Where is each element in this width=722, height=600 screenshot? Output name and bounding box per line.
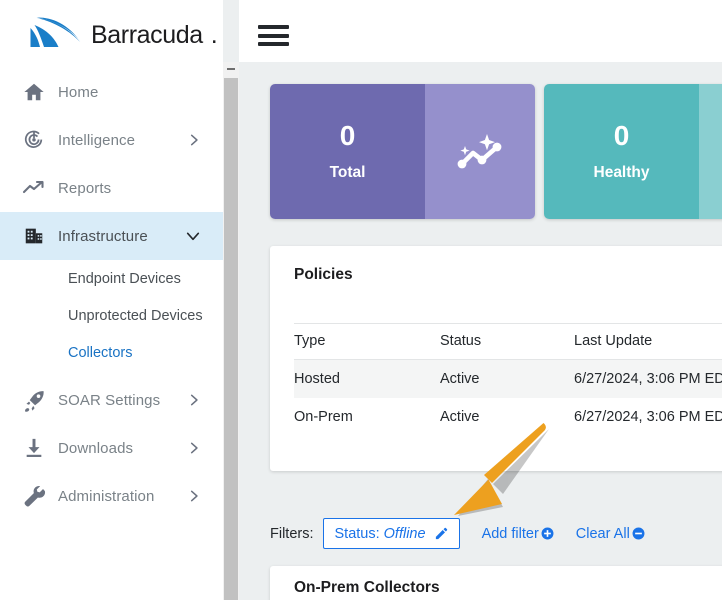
pencil-icon[interactable] xyxy=(434,526,449,541)
chevron-right-icon xyxy=(187,489,201,503)
sidebar-subitem-unprotected-devices[interactable]: Unprotected Devices xyxy=(0,297,223,334)
stat-card-value: 0 xyxy=(339,119,356,151)
sidebar: Barracuda . Home Intelligence Reports In… xyxy=(0,0,223,600)
sidebar-item-label: Administration xyxy=(58,487,155,505)
filter-chip-value: Offline xyxy=(383,525,426,542)
plus-circle-icon xyxy=(541,527,554,540)
filters-label: Filters: xyxy=(270,525,314,542)
column-header-type[interactable]: Type xyxy=(294,323,440,360)
rocket-icon xyxy=(10,389,58,412)
chevron-right-icon xyxy=(187,133,201,147)
policies-panel-title: Policies xyxy=(294,266,353,283)
stat-card-label: Total xyxy=(329,163,366,181)
sidebar-nav: Home Intelligence Reports Infrastructure… xyxy=(0,68,223,520)
trend-up-icon xyxy=(10,176,58,200)
filter-chip-status[interactable]: Status: Offline xyxy=(322,518,460,549)
stat-cards: 0 Total 0 Healthy xyxy=(270,84,722,219)
column-header-status[interactable]: Status xyxy=(440,323,574,360)
filters-bar: Filters: Status: Offline Add filter Clea… xyxy=(270,518,645,549)
sidebar-item-label: Home xyxy=(58,83,99,101)
stat-card-body: 0 Healthy xyxy=(544,84,699,219)
filter-chip-key: Status: xyxy=(334,525,380,542)
sidebar-subitem-label: Collectors xyxy=(68,344,133,361)
column-header-last-update[interactable]: Last Update xyxy=(574,323,722,360)
table-row[interactable]: Hosted Active 6/27/2024, 3:06 PM EDT xyxy=(294,359,722,398)
sidebar-item-label: SOAR Settings xyxy=(58,391,161,409)
stat-card-total[interactable]: 0 Total xyxy=(270,84,535,219)
scrollbar-thumb[interactable] xyxy=(224,78,238,600)
policies-panel: Policies Type Status Last Update Hosted … xyxy=(270,246,722,471)
stat-card-value: 0 xyxy=(613,119,630,151)
sidebar-subitem-collectors[interactable]: Collectors xyxy=(0,334,223,371)
table-header-row: Type Status Last Update xyxy=(294,323,722,360)
main-content: 0 Total 0 Healthy Policies Type Status L… xyxy=(239,0,722,600)
chevron-down-icon xyxy=(185,228,201,244)
sidebar-item-label: Infrastructure xyxy=(58,227,148,245)
sidebar-subitem-endpoint-devices[interactable]: Endpoint Devices xyxy=(0,260,223,297)
sidebar-scrollbar[interactable] xyxy=(223,62,239,600)
stat-card-healthy[interactable]: 0 Healthy xyxy=(544,84,722,219)
sidebar-subitem-label: Unprotected Devices xyxy=(68,307,203,324)
sidebar-item-infrastructure[interactable]: Infrastructure xyxy=(0,212,223,260)
brand-logo-area[interactable]: Barracuda . xyxy=(0,0,223,68)
cell-last-update: 6/27/2024, 3:06 PM EDT xyxy=(574,409,722,425)
scroll-up-arrow-icon[interactable] xyxy=(223,62,239,76)
clear-all-label: Clear All xyxy=(575,525,630,542)
radar-icon xyxy=(10,129,58,151)
sidebar-item-downloads[interactable]: Downloads xyxy=(0,424,223,472)
minus-circle-icon xyxy=(632,527,645,540)
sparkline-sparkle-icon xyxy=(699,84,722,219)
table-row[interactable]: On-Prem Active 6/27/2024, 3:06 PM EDT xyxy=(294,398,722,436)
sidebar-item-label: Reports xyxy=(58,179,112,197)
sidebar-item-administration[interactable]: Administration xyxy=(0,472,223,520)
collectors-panel-title: On-Prem Collectors xyxy=(294,579,440,596)
home-icon xyxy=(10,81,58,103)
wrench-icon xyxy=(10,485,58,508)
on-prem-collectors-panel: On-Prem Collectors xyxy=(270,566,722,600)
sidebar-subitem-label: Endpoint Devices xyxy=(68,270,181,287)
app-root: Barracuda . Home Intelligence Reports In… xyxy=(0,0,722,600)
cell-type: On-Prem xyxy=(294,409,353,425)
clear-all-button[interactable]: Clear All xyxy=(576,526,645,542)
sidebar-item-intelligence[interactable]: Intelligence xyxy=(0,116,223,164)
sidebar-item-soar-settings[interactable]: SOAR Settings xyxy=(0,376,223,424)
building-icon xyxy=(10,225,58,247)
sidebar-item-label: Intelligence xyxy=(58,131,136,149)
add-filter-label: Add filter xyxy=(481,525,539,542)
sidebar-item-reports[interactable]: Reports xyxy=(0,164,223,212)
cell-type: Hosted xyxy=(294,359,440,398)
cell-status: Active xyxy=(440,409,480,425)
chevron-right-icon xyxy=(187,393,201,407)
download-icon xyxy=(10,437,58,459)
add-filter-button[interactable]: Add filter xyxy=(482,526,554,542)
chevron-right-icon xyxy=(187,441,201,455)
brand-name: Barracuda xyxy=(91,20,203,49)
sidebar-item-home[interactable]: Home xyxy=(0,68,223,116)
cell-status: Active xyxy=(440,359,574,398)
cell-last-update: 6/27/2024, 3:06 PM EDT xyxy=(574,359,722,398)
stat-card-body: 0 Total xyxy=(270,84,425,219)
sparkline-sparkle-icon xyxy=(425,84,535,219)
barracuda-fin-logo-icon xyxy=(27,14,83,55)
stat-card-label: Healthy xyxy=(593,163,650,181)
brand-dot: . xyxy=(210,20,218,49)
sidebar-item-label: Downloads xyxy=(58,439,134,457)
hamburger-menu-icon[interactable] xyxy=(258,25,289,46)
top-bar xyxy=(239,0,722,62)
policies-table: Type Status Last Update Hosted Active 6/… xyxy=(294,323,722,436)
